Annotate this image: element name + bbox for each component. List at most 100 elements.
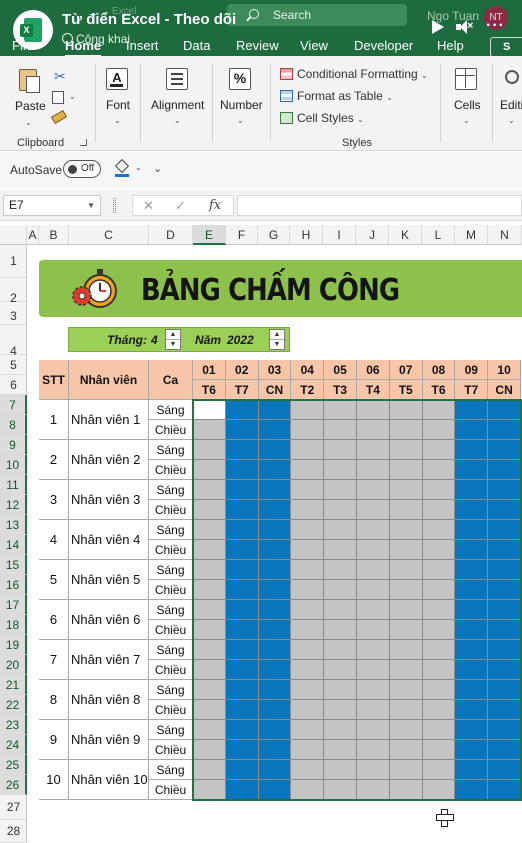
row-header-8[interactable]: 8: [0, 415, 27, 435]
row-header-5[interactable]: 5: [0, 355, 27, 375]
fill-color-icon[interactable]: [114, 158, 130, 177]
row-header-18[interactable]: 18: [0, 615, 27, 635]
tab-view[interactable]: View: [300, 38, 328, 53]
row-header-11[interactable]: 11: [0, 475, 27, 495]
font-icon[interactable]: A: [106, 68, 128, 90]
number-button[interactable]: Number: [220, 98, 263, 112]
row-header-9[interactable]: 9: [0, 435, 27, 455]
format-painter-icon[interactable]: [50, 110, 68, 124]
formula-input[interactable]: [237, 195, 522, 216]
paste-button[interactable]: Paste: [15, 99, 46, 113]
number-format-icon[interactable]: %: [229, 68, 251, 90]
tab-review[interactable]: Review: [236, 38, 279, 53]
column-header-f[interactable]: F: [226, 225, 258, 245]
customize-qat-icon[interactable]: ⌄: [153, 162, 162, 175]
tab-developer[interactable]: Developer: [354, 38, 413, 53]
row-header-15[interactable]: 15: [0, 555, 27, 575]
copy-chevron-icon[interactable]: ⌄: [69, 92, 76, 101]
row-header-4[interactable]: 4: [0, 325, 27, 358]
row-header-17[interactable]: 17: [0, 595, 27, 615]
row-header-1[interactable]: 1: [0, 245, 27, 278]
column-header-j[interactable]: J: [356, 225, 389, 245]
row-header-14[interactable]: 14: [0, 535, 27, 555]
alignment-chevron-icon[interactable]: ⌄: [174, 116, 181, 125]
editing-icon[interactable]: [505, 70, 519, 84]
cut-icon[interactable]: ✂: [54, 68, 66, 85]
tab-home[interactable]: Home: [65, 38, 102, 58]
copy-icon[interactable]: [52, 91, 64, 104]
spin-down-icon[interactable]: ▼: [270, 340, 284, 350]
row-header-6[interactable]: 6: [0, 375, 27, 395]
row-header-27[interactable]: 27: [0, 795, 27, 820]
mute-icon[interactable]: ×: [456, 20, 473, 34]
cancel-icon[interactable]: ✕: [143, 198, 154, 214]
enter-icon[interactable]: ✓: [175, 198, 186, 214]
paste-chevron-icon[interactable]: ⌄: [25, 118, 32, 127]
dialog-launcher-icon[interactable]: [80, 139, 87, 146]
column-header-a[interactable]: A: [27, 225, 39, 245]
row-header-28[interactable]: 28: [0, 820, 27, 843]
tab-file[interactable]: File: [12, 38, 33, 53]
number-chevron-icon[interactable]: ⌄: [237, 116, 244, 125]
column-header-b[interactable]: B: [39, 225, 69, 245]
tab-insert[interactable]: Insert: [126, 38, 159, 53]
select-all-corner[interactable]: [0, 225, 27, 245]
format-as-table-button[interactable]: Format as Table ⌄: [280, 89, 393, 103]
row-header-25[interactable]: 25: [0, 755, 27, 775]
tab-data[interactable]: Data: [183, 38, 210, 53]
insert-function-icon[interactable]: fx: [209, 198, 221, 213]
share-button[interactable]: S: [490, 37, 522, 57]
alignment-icon[interactable]: [166, 68, 188, 90]
paste-icon[interactable]: [17, 66, 41, 94]
column-header-h[interactable]: H: [290, 225, 323, 245]
column-header-e[interactable]: E: [193, 225, 226, 245]
tab-help[interactable]: Help: [437, 38, 464, 53]
row-header-16[interactable]: 16: [0, 575, 27, 595]
row-header-24[interactable]: 24: [0, 735, 27, 755]
column-header-g[interactable]: G: [258, 225, 290, 245]
play-icon[interactable]: [432, 20, 444, 34]
column-header-d[interactable]: D: [149, 225, 193, 245]
row-header-19[interactable]: 19: [0, 635, 27, 655]
row-header-20[interactable]: 20: [0, 655, 27, 675]
more-options-icon[interactable]: ···: [486, 17, 505, 35]
month-spinner[interactable]: ▲ ▼: [165, 329, 181, 350]
row-header-12[interactable]: 12: [0, 495, 27, 515]
row-header-22[interactable]: 22: [0, 695, 27, 715]
spin-down-icon[interactable]: ▼: [166, 340, 180, 350]
editing-button[interactable]: Editi: [500, 98, 522, 112]
editing-chevron-icon[interactable]: ⌄: [508, 116, 515, 125]
cells-button[interactable]: Cells: [454, 98, 481, 112]
column-header-n[interactable]: N: [488, 225, 522, 245]
column-header-l[interactable]: L: [422, 225, 455, 245]
formula-bar-grip-icon[interactable]: [113, 198, 116, 213]
font-button[interactable]: Font: [106, 98, 130, 112]
cells-chevron-icon[interactable]: ⌄: [463, 116, 470, 125]
row-header-7[interactable]: 7: [0, 395, 27, 415]
cells-icon[interactable]: [455, 68, 477, 90]
stopwatch-gear-icon: [72, 269, 117, 308]
cell-styles-button[interactable]: Cell Styles ⌄: [280, 111, 364, 125]
row-header-21[interactable]: 21: [0, 675, 27, 695]
row-header-26[interactable]: 26: [0, 775, 27, 795]
conditional-formatting-button[interactable]: Conditional Formatting ⌄: [280, 67, 428, 81]
font-chevron-icon[interactable]: ⌄: [114, 116, 121, 125]
alignment-button[interactable]: Alignment: [151, 98, 204, 112]
row-header-23[interactable]: 23: [0, 715, 27, 735]
row-header-10[interactable]: 10: [0, 455, 27, 475]
row-header-3[interactable]: 3: [0, 302, 27, 325]
column-header-i[interactable]: I: [323, 225, 356, 245]
fill-color-chevron-icon[interactable]: ⌄: [135, 163, 142, 172]
year-spinner[interactable]: ▲ ▼: [269, 329, 285, 350]
spin-up-icon[interactable]: ▲: [166, 330, 180, 340]
search-input[interactable]: Search: [227, 4, 407, 26]
column-header-m[interactable]: M: [455, 225, 488, 245]
name-box-chevron-icon[interactable]: ▼: [87, 196, 95, 215]
name-box[interactable]: E7 ▼: [3, 195, 101, 216]
row-header-2[interactable]: 2: [0, 278, 27, 305]
autosave-toggle[interactable]: Off: [63, 160, 101, 178]
row-header-13[interactable]: 13: [0, 515, 27, 535]
spin-up-icon[interactable]: ▲: [270, 330, 284, 340]
column-header-c[interactable]: C: [69, 225, 149, 245]
column-header-k[interactable]: K: [389, 225, 422, 245]
